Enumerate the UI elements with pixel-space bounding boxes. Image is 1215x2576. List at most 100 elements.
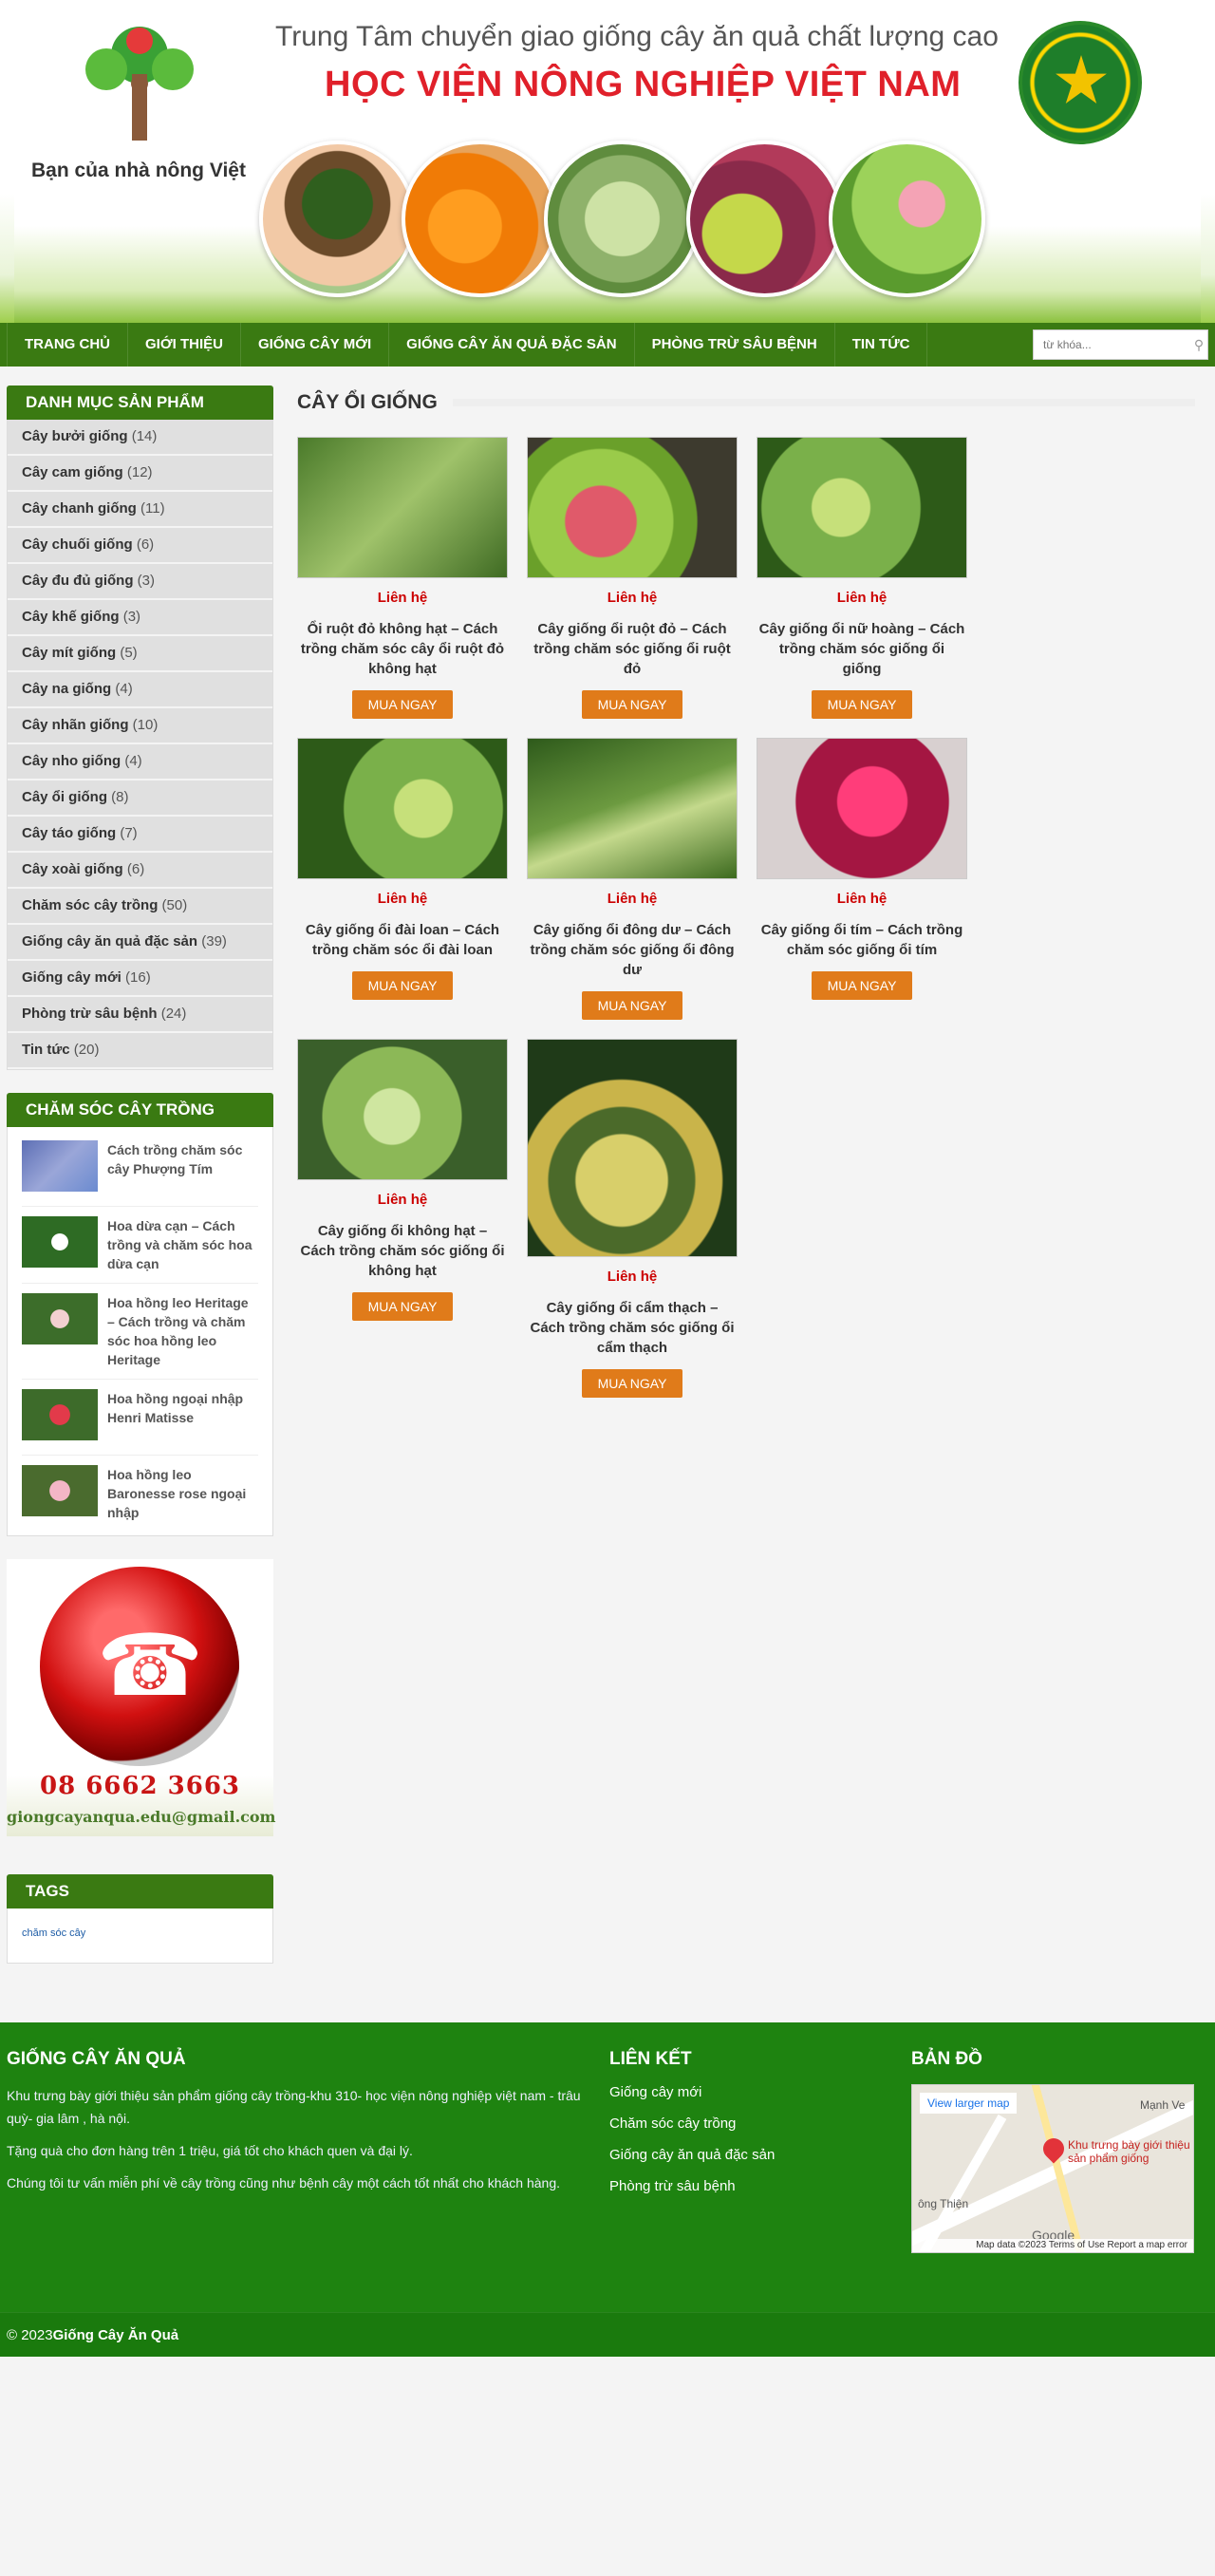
category-name[interactable]: Cây táo giống bbox=[22, 825, 116, 841]
footer-link[interactable]: Giống cây mới bbox=[609, 2084, 911, 2100]
category-item[interactable]: Cây ổi giống (8) bbox=[8, 780, 272, 817]
nav-home[interactable]: TRANG CHỦ bbox=[7, 323, 128, 367]
category-name[interactable]: Cây khế giống bbox=[22, 609, 120, 625]
product-image[interactable] bbox=[297, 738, 508, 879]
category-name[interactable]: Chăm sóc cây trồng bbox=[22, 897, 158, 913]
category-name[interactable]: Cây ổi giống bbox=[22, 789, 107, 805]
footer-links-title: LIÊN KẾT bbox=[609, 2049, 692, 2069]
post-title[interactable]: Hoa hồng leo Baronesse rose ngoại nhập bbox=[107, 1465, 258, 1522]
buy-now-button[interactable]: MUA NGAY bbox=[351, 1292, 454, 1321]
category-name[interactable]: Cây chanh giống bbox=[22, 500, 137, 517]
product-image[interactable] bbox=[527, 738, 738, 879]
nav-specialty-fruit[interactable]: GIỐNG CÂY ĂN QUẢ ĐẶC SẢN bbox=[389, 323, 635, 367]
category-item[interactable]: Cây nho giống (4) bbox=[8, 744, 272, 780]
category-item[interactable]: Cây bưởi giống (14) bbox=[8, 420, 272, 456]
category-name[interactable]: Cây xoài giống bbox=[22, 861, 123, 877]
product-name[interactable]: Cây giống ổi tím – Cách trồng chăm sóc g… bbox=[757, 920, 967, 960]
category-name[interactable]: Cây chuối giống bbox=[22, 536, 133, 553]
category-item[interactable]: Cây mít giống (5) bbox=[8, 636, 272, 672]
search-box: ⚲ bbox=[1033, 329, 1208, 360]
post-title[interactable]: Hoa hồng ngoại nhập Henri Matisse bbox=[107, 1389, 258, 1445]
post-thumbnail[interactable] bbox=[22, 1389, 98, 1440]
category-name[interactable]: Giống cây ăn quả đặc sản bbox=[22, 933, 197, 950]
hotline-banner[interactable]: ☎ 08 6662 3663 giongcayanqua.edu@gmail.c… bbox=[7, 1559, 275, 1836]
category-item[interactable]: Chăm sóc cây trồng (50) bbox=[8, 889, 272, 925]
category-name[interactable]: Cây cam giống bbox=[22, 464, 123, 480]
category-item[interactable]: Cây xoài giống (6) bbox=[8, 853, 272, 889]
product-name[interactable]: Cây giống ổi đông dư – Cách trồng chăm s… bbox=[527, 920, 738, 980]
logo-tree-icon[interactable] bbox=[64, 17, 215, 160]
category-item[interactable]: Cây nhãn giống (10) bbox=[8, 708, 272, 744]
care-post-item[interactable]: Hoa hồng ngoại nhập Henri Matisse bbox=[22, 1380, 258, 1456]
copyright-site-link[interactable]: Giống Cây Ăn Quả bbox=[53, 2313, 179, 2576]
nav-about[interactable]: GIỚI THIỆU bbox=[128, 323, 241, 367]
post-thumbnail[interactable] bbox=[22, 1140, 98, 1192]
care-post-item[interactable]: Hoa dừa cạn – Cách trồng và chăm sóc hoa… bbox=[22, 1207, 258, 1284]
care-post-item[interactable]: Cách trồng chăm sóc cây Phượng Tím bbox=[22, 1131, 258, 1207]
category-name[interactable]: Cây bưởi giống bbox=[22, 428, 128, 444]
header-banner: Bạn của nhà nông Việt Trung Tâm chuyển g… bbox=[0, 0, 1215, 323]
product-image[interactable] bbox=[757, 738, 967, 879]
footer-link[interactable]: Phòng trừ sâu bệnh bbox=[609, 2178, 911, 2194]
product-name[interactable]: Ổi ruột đỏ không hạt – Cách trồng chăm s… bbox=[297, 619, 508, 679]
product-image[interactable] bbox=[297, 437, 508, 578]
nav-pest-control[interactable]: PHÒNG TRỪ SÂU BỆNH bbox=[635, 323, 835, 367]
post-thumbnail[interactable] bbox=[22, 1216, 98, 1268]
footer-link[interactable]: Chăm sóc cây trồng bbox=[609, 2115, 911, 2132]
nav-news[interactable]: TIN TỨC bbox=[835, 323, 928, 367]
category-name[interactable]: Cây đu đủ giống bbox=[22, 573, 134, 589]
product-image[interactable] bbox=[527, 1039, 738, 1257]
product-name[interactable]: Cây giống ổi ruột đỏ – Cách trồng chăm s… bbox=[527, 619, 738, 679]
product-image[interactable] bbox=[297, 1039, 508, 1180]
buy-now-button[interactable]: MUA NGAY bbox=[811, 690, 913, 719]
embedded-map[interactable]: View larger map Mạnh Ve ông Thiện Khu tr… bbox=[911, 2084, 1194, 2253]
tag-link[interactable]: chăm sóc cây bbox=[22, 1927, 85, 1939]
category-item[interactable]: Cây chanh giống (11) bbox=[8, 492, 272, 528]
category-item[interactable]: Cây khế giống (3) bbox=[8, 600, 272, 636]
buy-now-button[interactable]: MUA NGAY bbox=[581, 991, 683, 1020]
category-item[interactable]: Cây chuối giống (6) bbox=[8, 528, 272, 564]
category-name[interactable]: Phòng trừ sâu bệnh bbox=[22, 1006, 158, 1022]
category-item[interactable]: Phòng trừ sâu bệnh (24) bbox=[8, 997, 272, 1033]
category-item[interactable]: Tin tức (20) bbox=[8, 1033, 272, 1069]
post-title[interactable]: Cách trồng chăm sóc cây Phượng Tím bbox=[107, 1140, 258, 1196]
category-name[interactable]: Giống cây mới bbox=[22, 969, 122, 986]
product-image[interactable] bbox=[757, 437, 967, 578]
buy-now-button[interactable]: MUA NGAY bbox=[351, 690, 454, 719]
footer-link[interactable]: Giống cây ăn quả đặc sản bbox=[609, 2147, 911, 2163]
product-name[interactable]: Cây giống ổi không hạt – Cách trồng chăm… bbox=[297, 1221, 508, 1281]
product-name[interactable]: Cây giống ổi nữ hoàng – Cách trồng chăm … bbox=[757, 619, 967, 679]
post-title[interactable]: Hoa dừa cạn – Cách trồng và chăm sóc hoa… bbox=[107, 1216, 258, 1273]
buy-now-button[interactable]: MUA NGAY bbox=[581, 690, 683, 719]
product-name[interactable]: Cây giống ổi cẩm thạch – Cách trồng chăm… bbox=[527, 1298, 738, 1358]
nav-new-varieties[interactable]: GIỐNG CÂY MỚI bbox=[241, 323, 390, 367]
category-item[interactable]: Cây cam giống (12) bbox=[8, 456, 272, 492]
buy-now-button[interactable]: MUA NGAY bbox=[351, 971, 454, 1000]
category-item[interactable]: Giống cây mới (16) bbox=[8, 961, 272, 997]
product-price: Liên hệ bbox=[607, 590, 658, 606]
post-thumbnail[interactable] bbox=[22, 1293, 98, 1344]
category-item[interactable]: Cây đu đủ giống (3) bbox=[8, 564, 272, 600]
care-post-item[interactable]: Hoa hồng leo Heritage – Cách trồng và ch… bbox=[22, 1284, 258, 1380]
search-input[interactable] bbox=[1034, 330, 1190, 359]
product-image[interactable] bbox=[527, 437, 738, 578]
product-name[interactable]: Cây giống ổi đài loan – Cách trồng chăm … bbox=[297, 920, 508, 960]
product-card: Liên hệ Cây giống ổi nữ hoàng – Cách trồ… bbox=[757, 437, 967, 719]
post-title[interactable]: Hoa hồng leo Heritage – Cách trồng và ch… bbox=[107, 1293, 250, 1369]
care-post-item[interactable]: Hoa hồng leo Baronesse rose ngoại nhập bbox=[22, 1456, 258, 1532]
map-attribution[interactable]: Map data ©2023 Terms of Use Report a map… bbox=[912, 2239, 1193, 2252]
category-name[interactable]: Cây nho giống bbox=[22, 753, 121, 769]
category-item[interactable]: Giống cây ăn quả đặc sản (39) bbox=[8, 925, 272, 961]
category-item[interactable]: Cây na giống (4) bbox=[8, 672, 272, 708]
buy-now-button[interactable]: MUA NGAY bbox=[811, 971, 913, 1000]
category-item[interactable]: Cây táo giống (7) bbox=[8, 817, 272, 853]
post-thumbnail[interactable] bbox=[22, 1465, 98, 1516]
category-name[interactable]: Tin tức bbox=[22, 1042, 70, 1058]
view-larger-map-link[interactable]: View larger map bbox=[920, 2093, 1018, 2114]
search-icon[interactable]: ⚲ bbox=[1190, 337, 1207, 353]
category-name[interactable]: Cây mít giống bbox=[22, 645, 116, 661]
category-name[interactable]: Cây nhãn giống bbox=[22, 717, 129, 733]
buy-now-button[interactable]: MUA NGAY bbox=[581, 1369, 683, 1398]
category-name[interactable]: Cây na giống bbox=[22, 681, 111, 697]
product-price: Liên hệ bbox=[377, 590, 428, 606]
